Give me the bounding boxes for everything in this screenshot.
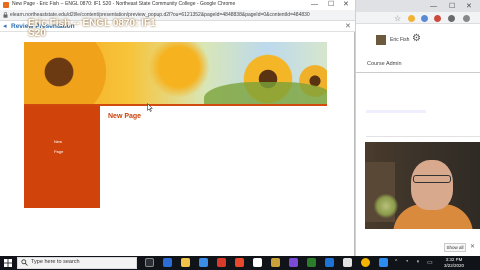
presentation-left-nav xyxy=(24,106,100,208)
desktop-screen: — ☐ ✕ ☆ Eric Fish ⚙ Course Admin Show al… xyxy=(0,0,480,270)
leaf-shape xyxy=(204,82,327,104)
page-title: New Page xyxy=(108,113,142,120)
app-icon[interactable] xyxy=(253,258,262,267)
nav-link-page[interactable]: Page xyxy=(54,149,63,154)
windows-start-icon[interactable] xyxy=(4,259,12,267)
profile-icon[interactable] xyxy=(448,15,455,22)
search-input[interactable]: Type here to search xyxy=(31,259,80,265)
app-icon[interactable] xyxy=(307,258,316,267)
divider xyxy=(366,136,480,137)
mouse-cursor-icon xyxy=(147,103,153,112)
sunflower-image xyxy=(24,42,114,104)
bookmark-star-icon[interactable]: ☆ xyxy=(394,14,401,23)
course-banner xyxy=(24,42,327,104)
clock-date: 3/22/2020 xyxy=(443,263,465,268)
extension-icon[interactable] xyxy=(408,15,415,22)
webcam-plant xyxy=(373,194,399,218)
lock-icon xyxy=(3,12,8,18)
maximize-button[interactable]: ☐ xyxy=(328,0,334,8)
battery-icon[interactable]: ▭ xyxy=(427,259,433,266)
file-explorer-icon[interactable] xyxy=(181,258,190,267)
task-view-icon[interactable] xyxy=(145,258,154,267)
menu-icon[interactable] xyxy=(463,15,470,22)
background-maximize-button[interactable]: ☐ xyxy=(449,2,455,10)
close-button[interactable]: ✕ xyxy=(343,0,349,8)
nav-link-new[interactable]: New xyxy=(54,139,62,144)
app-icon[interactable] xyxy=(289,258,298,267)
background-window-titlebar xyxy=(356,0,480,12)
avatar[interactable] xyxy=(376,35,386,45)
nav-course-admin[interactable]: Course Admin xyxy=(367,61,402,67)
webcam-presenter-face xyxy=(411,160,453,210)
preview-popup-window: New Page - Eric Fish -- ENGL 0870: IF1 S… xyxy=(0,0,355,256)
search-icon xyxy=(21,259,28,266)
app-icon[interactable] xyxy=(343,258,352,267)
gear-icon[interactable]: ⚙ xyxy=(412,33,421,44)
download-bar-close-icon[interactable]: ✕ xyxy=(470,243,475,250)
background-minimize-button[interactable]: — xyxy=(430,3,437,10)
site-favicon-icon xyxy=(3,2,9,8)
show-all-button[interactable]: Show all xyxy=(444,243,466,252)
extension-icon[interactable] xyxy=(421,15,428,22)
app-icon[interactable] xyxy=(325,258,334,267)
app-icon[interactable] xyxy=(271,258,280,267)
minimize-button[interactable]: — xyxy=(311,1,318,8)
edge-browser-icon[interactable] xyxy=(163,258,172,267)
chrome-browser-icon[interactable] xyxy=(361,258,370,267)
webcam-overlay xyxy=(365,142,480,229)
back-arrow-icon[interactable]: ◂ xyxy=(3,23,7,30)
system-clock[interactable]: 3:32 PM 3/22/2020 xyxy=(440,257,468,269)
content-placeholder xyxy=(366,110,426,113)
user-name[interactable]: Eric Fish xyxy=(390,37,409,43)
extension-icon[interactable] xyxy=(434,15,441,22)
popup-window-title: New Page - Eric Fish -- ENGL 0870: IF1 S… xyxy=(12,1,236,7)
divider xyxy=(356,72,480,73)
app-icon[interactable] xyxy=(217,258,226,267)
background-close-button[interactable]: ✕ xyxy=(466,2,472,10)
background-toolbar xyxy=(356,12,480,24)
dialog-close-button[interactable]: ✕ xyxy=(345,22,351,30)
store-icon[interactable] xyxy=(199,258,208,267)
app-icon[interactable] xyxy=(235,258,244,267)
course-banner-title: Eric Fish -- ENGL 0870: IF1 S20 xyxy=(28,18,156,39)
network-icon[interactable]: ◔ xyxy=(405,259,409,265)
webcam-presenter-glasses xyxy=(413,175,451,183)
app-icon[interactable] xyxy=(379,258,388,267)
tray-overflow-icon[interactable]: ^ xyxy=(395,259,397,265)
volume-icon[interactable]: ◖ xyxy=(416,259,420,265)
